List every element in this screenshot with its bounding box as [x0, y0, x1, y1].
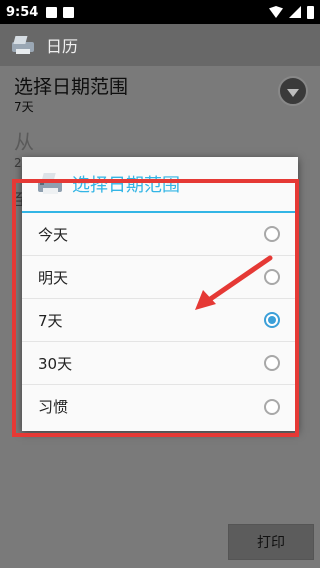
option-label: 30天 — [38, 354, 73, 373]
radio-button[interactable] — [264, 269, 280, 285]
option-custom[interactable]: 习惯 — [22, 385, 298, 428]
status-bar: 9:54 — [0, 0, 320, 24]
from-value: 2 — [14, 156, 22, 170]
date-range-dialog: 选择日期范围 今天 明天 7天 30天 习惯 — [22, 157, 298, 431]
printer-icon[interactable] — [10, 34, 36, 56]
image-notification-icon — [46, 6, 58, 18]
app-title: 日历 — [46, 37, 79, 56]
app-bar: 日历 — [0, 24, 320, 66]
options-list: 今天 明天 7天 30天 习惯 — [22, 213, 298, 428]
radio-button-selected[interactable] — [264, 312, 280, 328]
option-label: 明天 — [38, 268, 69, 287]
range-setting-title[interactable]: 选择日期范围 — [14, 72, 128, 99]
dialog-title: 选择日期范围 — [72, 175, 180, 196]
status-indicators — [269, 5, 314, 19]
option-7-days[interactable]: 7天 — [22, 299, 298, 342]
option-today[interactable]: 今天 — [22, 213, 298, 256]
printer-icon — [38, 173, 62, 194]
notification-icons — [46, 6, 75, 18]
app-notification-icon — [63, 6, 75, 18]
option-label: 7天 — [38, 311, 63, 330]
radio-button[interactable] — [264, 398, 280, 415]
option-tomorrow[interactable]: 明天 — [22, 256, 298, 299]
status-time: 9:54 — [6, 4, 39, 20]
range-setting-value: 7天 — [14, 100, 34, 114]
option-label: 习惯 — [38, 398, 69, 416]
wifi-icon — [269, 6, 283, 18]
to-label: 至 — [14, 186, 22, 210]
radio-button[interactable] — [264, 355, 280, 371]
range-dropdown-button[interactable] — [278, 76, 308, 106]
signal-icon — [289, 6, 301, 18]
radio-button[interactable] — [264, 226, 280, 242]
option-30-days[interactable]: 30天 — [22, 342, 298, 385]
option-label: 今天 — [38, 225, 69, 244]
print-button[interactable]: 打印 — [228, 524, 314, 560]
battery-icon — [307, 5, 314, 19]
from-label: 从 — [14, 130, 34, 154]
dialog-header: 选择日期范围 — [22, 157, 298, 213]
